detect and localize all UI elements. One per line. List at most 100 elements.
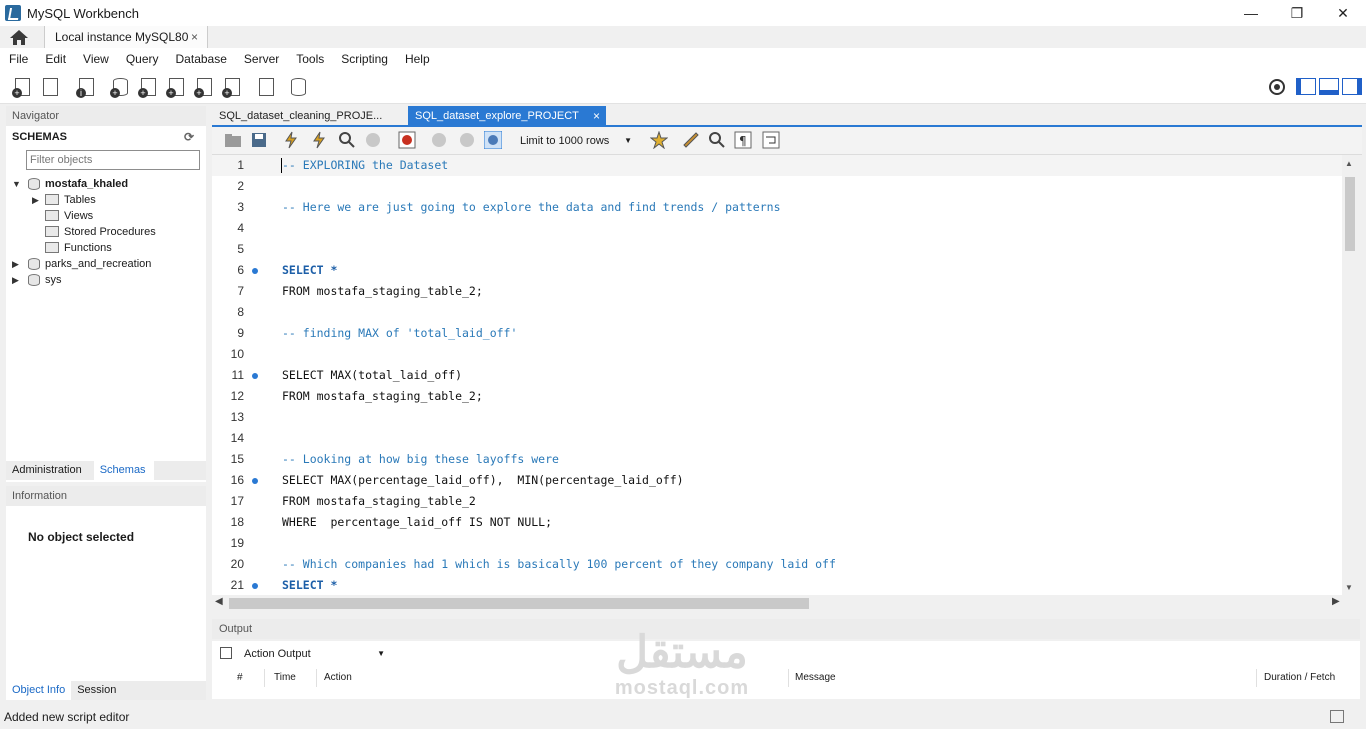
column-header-action[interactable]: Action [324,672,352,683]
editor-tab-cleaning[interactable]: SQL_dataset_cleaning_PROJE... [212,106,408,126]
tree-item-parks-and-recreation[interactable]: ▶ parks_and_recreation [6,256,206,272]
menu-view[interactable]: View [83,52,109,66]
tree-item-views[interactable]: Views [6,208,206,224]
settings-icon[interactable] [1268,78,1290,100]
beautify-icon[interactable] [682,131,700,149]
menu-server[interactable]: Server [244,52,279,66]
tab-object-info[interactable]: Object Info [6,681,72,700]
code-line[interactable]: 8 [212,302,1342,323]
create-procedure-icon[interactable]: + [194,76,216,98]
column-header-time[interactable]: Time [274,672,296,683]
find-icon[interactable] [708,131,726,149]
code-line[interactable]: 19 [212,533,1342,554]
column-header-message[interactable]: Message [795,672,836,683]
autocommit-icon[interactable] [483,130,503,150]
create-schema-icon[interactable]: + [110,76,132,98]
execute-current-icon[interactable] [310,131,328,149]
stop-icon[interactable] [364,131,382,149]
toggle-secondary-sidebar-icon[interactable] [1342,78,1362,95]
code-line[interactable]: 14 [212,428,1342,449]
minimize-button[interactable]: — [1228,0,1274,26]
invisible-chars-icon[interactable]: ¶ [734,131,752,149]
column-header-number[interactable]: # [237,672,243,683]
output-type-select[interactable]: Action Output ▼ [242,645,388,663]
maximize-button[interactable]: ❐ [1274,0,1320,26]
editor-horizontal-scrollbar[interactable]: ◀ ▶ [212,595,1358,612]
scrollbar-thumb[interactable] [1345,177,1355,251]
tab-administration[interactable]: Administration [6,461,88,480]
column-header-duration[interactable]: Duration / Fetch [1264,672,1335,683]
search-table-data-icon[interactable] [256,76,278,98]
copy-icon[interactable] [220,647,232,659]
code-line[interactable]: 16 SELECT MAX(percentage_laid_off), MIN(p… [212,470,1342,491]
toggle-sidebar-icon[interactable] [1296,78,1316,95]
editor-vertical-scrollbar[interactable]: ▲ ▼ [1342,155,1358,595]
code-line[interactable]: 9 -- finding MAX of 'total_laid_off' [212,323,1342,344]
tab-schemas[interactable]: Schemas [93,461,154,480]
toggle-output-icon[interactable] [1319,78,1339,95]
code-line[interactable]: 20 -- Which companies had 1 which is basi… [212,554,1342,575]
toggle-continue-icon[interactable] [398,131,416,149]
limit-rows-select[interactable]: Limit to 1000 rows ▼ [516,131,636,151]
execute-icon[interactable] [282,131,300,149]
close-window-button[interactable]: ✕ [1320,0,1366,26]
menu-query[interactable]: Query [126,52,159,66]
commit-icon[interactable] [430,131,448,149]
reconnect-icon[interactable] [288,76,310,98]
code-line[interactable]: 12 FROM mostafa_staging_table_2; [212,386,1342,407]
new-sql-tab-icon[interactable]: + [12,76,34,98]
scrollbar-thumb[interactable] [229,598,809,609]
scroll-down-icon[interactable]: ▼ [1345,583,1353,592]
open-sql-script-icon[interactable] [40,76,62,98]
tree-item-functions[interactable]: Functions [6,240,206,256]
connection-tab[interactable]: Local instance MySQL80 × [44,26,208,48]
scroll-left-icon[interactable]: ◀ [215,596,223,607]
code-line[interactable]: 21 SELECT * [212,575,1342,595]
close-tab-icon[interactable]: × [593,106,600,126]
sql-editor[interactable]: 1 -- EXPLORING the Dataset 2 3 -- Here we… [212,155,1358,595]
code-line[interactable]: 7 FROM mostafa_staging_table_2; [212,281,1342,302]
code-line[interactable]: 17 FROM mostafa_staging_table_2 [212,491,1342,512]
tree-item-stored-procedures[interactable]: Stored Procedures [6,224,206,240]
add-snippet-icon[interactable] [649,130,669,150]
explain-icon[interactable] [338,131,356,149]
rollback-icon[interactable] [458,131,476,149]
editor-tab-explore[interactable]: SQL_dataset_explore_PROJECT × [408,106,606,126]
menu-help[interactable]: Help [405,52,430,66]
create-view-icon[interactable]: + [166,76,188,98]
expand-arrow-icon[interactable]: ▼ [12,176,21,192]
tree-item-sys[interactable]: ▶ sys [6,272,206,288]
code-line[interactable]: 18 WHERE percentage_laid_off IS NOT NULL; [212,512,1342,533]
create-table-icon[interactable]: + [138,76,160,98]
scroll-right-icon[interactable]: ▶ [1332,596,1340,607]
menu-database[interactable]: Database [176,52,227,66]
scroll-up-icon[interactable]: ▲ [1345,159,1353,168]
code-line[interactable]: 10 [212,344,1342,365]
collapse-arrow-icon[interactable]: ▶ [12,256,19,272]
code-line[interactable]: 15 -- Looking at how big these layoffs we… [212,449,1342,470]
menu-scripting[interactable]: Scripting [341,52,388,66]
tree-item-mostafa-khaled[interactable]: ▼ mostafa_khaled [6,176,206,192]
filter-objects-input[interactable]: Filter objects [26,150,200,170]
code-line[interactable]: 11 SELECT MAX(total_laid_off) [212,365,1342,386]
collapse-arrow-icon[interactable]: ▶ [32,192,39,208]
code-line[interactable]: 6 SELECT * [212,260,1342,281]
inspector-icon[interactable]: i [76,76,98,98]
menu-tools[interactable]: Tools [296,52,324,66]
word-wrap-icon[interactable] [762,131,780,149]
code-line[interactable]: 3 -- Here we are just going to explore th… [212,197,1342,218]
tab-session[interactable]: Session [71,681,122,700]
output-toggle-icon[interactable] [1330,710,1344,723]
tree-item-tables[interactable]: ▶ Tables [6,192,206,208]
refresh-icon[interactable]: ⟳ [184,126,194,148]
close-icon[interactable]: × [191,30,198,44]
code-line[interactable]: 5 [212,239,1342,260]
code-line[interactable]: 4 [212,218,1342,239]
menu-edit[interactable]: Edit [45,52,66,66]
code-line[interactable]: 13 [212,407,1342,428]
create-function-icon[interactable]: + [222,76,244,98]
menu-file[interactable]: File [9,52,28,66]
collapse-arrow-icon[interactable]: ▶ [12,272,19,288]
open-folder-icon[interactable] [224,131,242,149]
home-icon[interactable] [8,28,34,47]
